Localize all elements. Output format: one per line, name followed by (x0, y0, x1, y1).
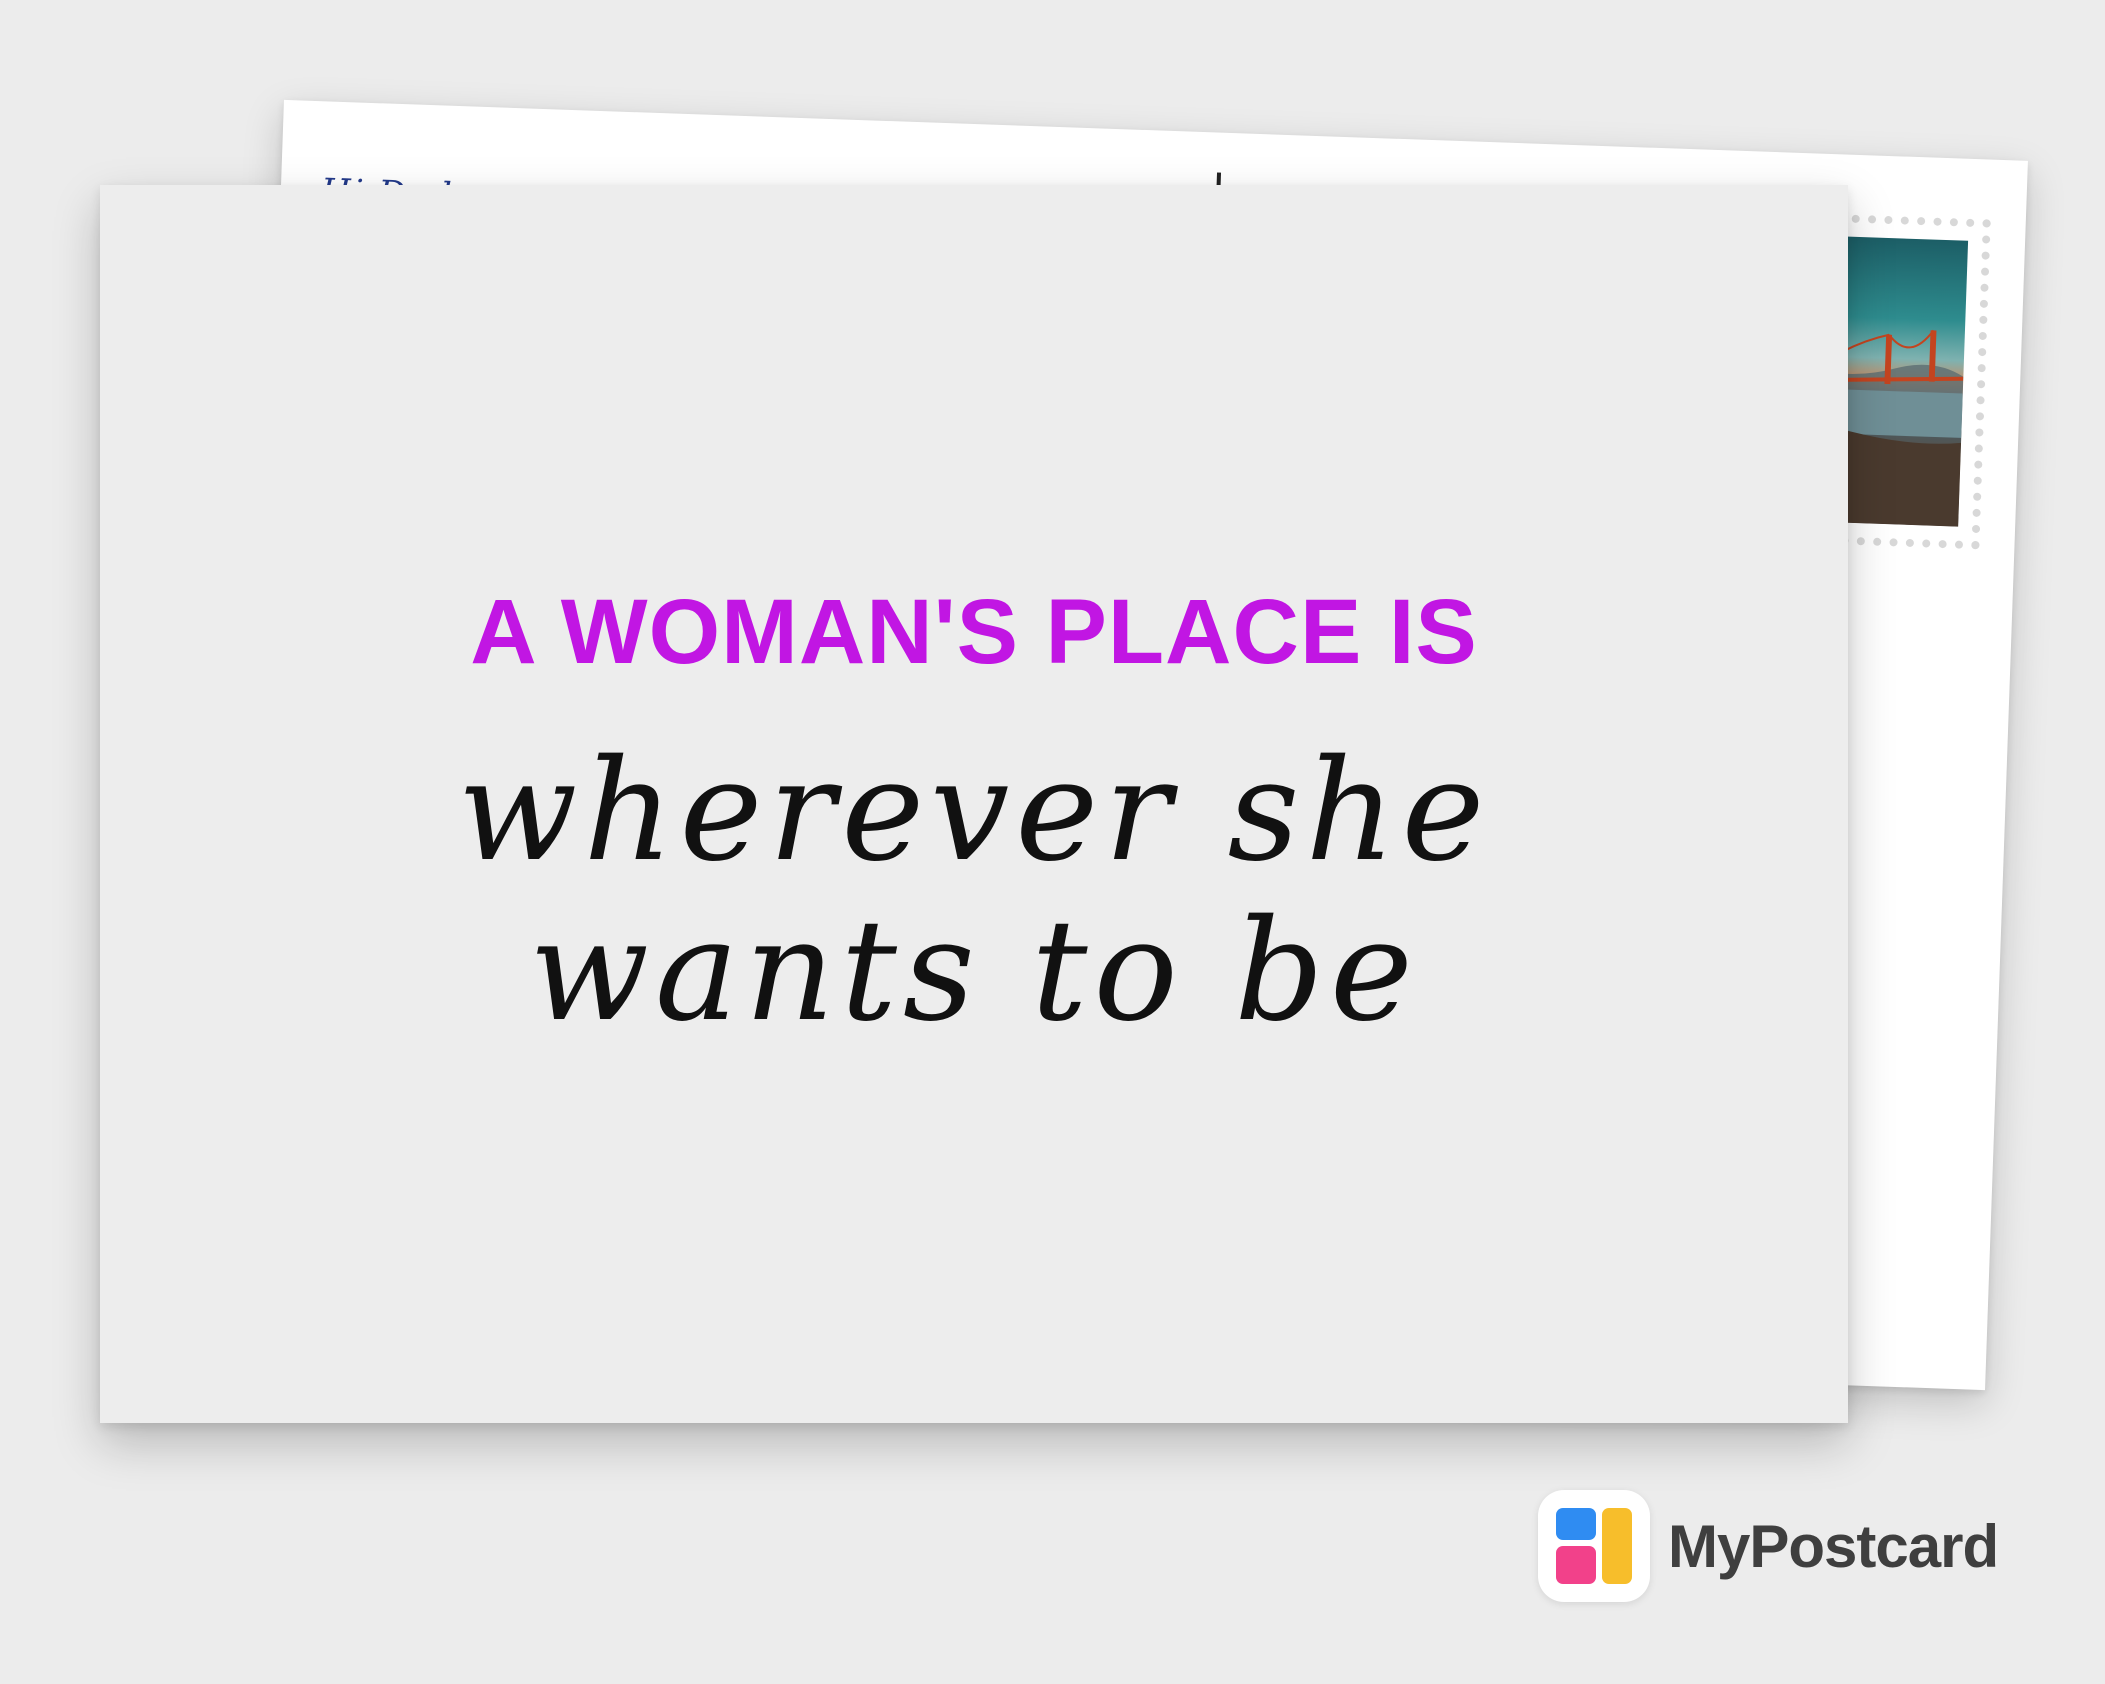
mypostcard-logo-icon (1538, 1490, 1650, 1602)
postcard-front: A WOMAN'S PLACE IS wherever she wants to… (100, 185, 1848, 1423)
brand-name: MyPostcard (1668, 1512, 1999, 1580)
brand-logo: MyPostcard (1538, 1490, 1999, 1602)
script-line-2: wants to be (529, 890, 1419, 1053)
headline-text: A WOMAN'S PLACE IS (470, 581, 1478, 683)
script-line-1: wherever she (457, 730, 1491, 893)
